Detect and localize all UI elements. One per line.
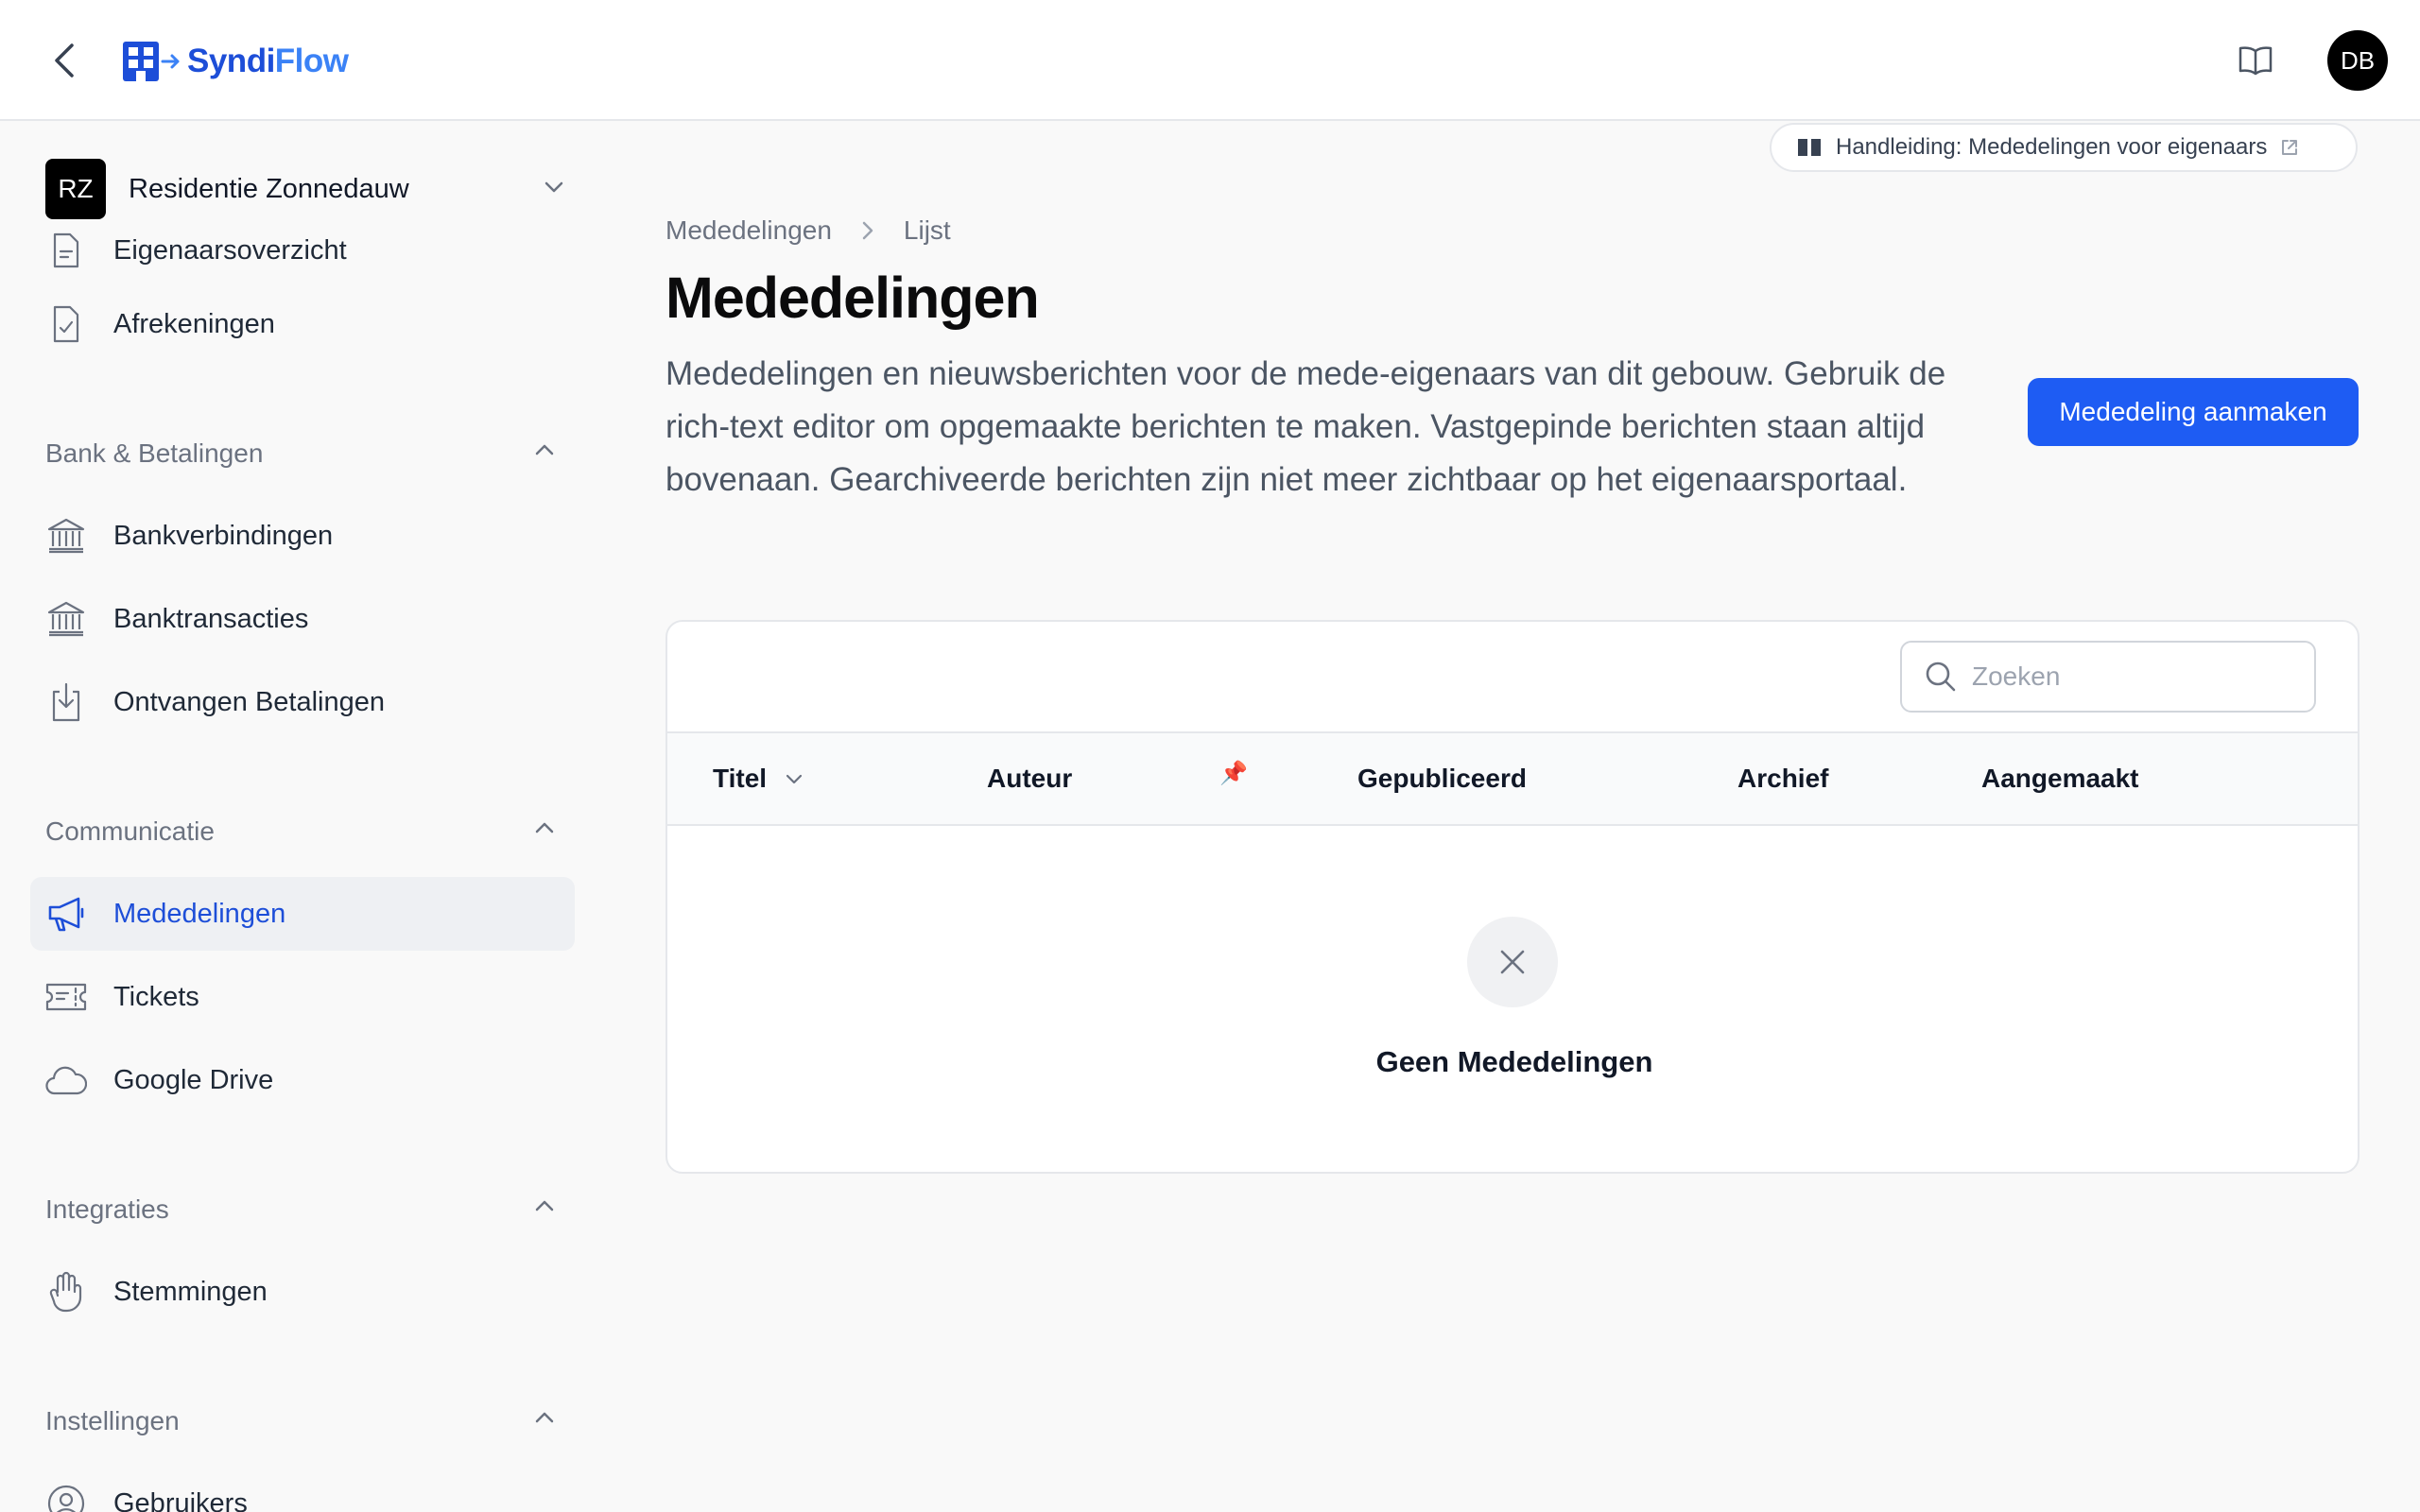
empty-state-icon-wrap (1467, 917, 1558, 1007)
column-pinned[interactable]: 📌 (1219, 760, 1248, 787)
breadcrumb: Mededelingen Lijst (666, 212, 951, 249)
sidebar-item-label: Gebruikers (113, 1487, 248, 1512)
column-aangemaakt[interactable]: Aangemaakt (1981, 764, 2139, 794)
page-title: Mededelingen (666, 266, 1040, 330)
chevron-up-icon (535, 444, 554, 455)
column-label: Auteur (987, 764, 1073, 793)
chevron-up-icon (535, 1412, 554, 1423)
group-communicatie[interactable]: Communicatie (45, 813, 556, 850)
column-label: Aangemaakt (1981, 764, 2139, 793)
sidebar-item-banktransacties[interactable]: Banktransacties (30, 582, 575, 656)
column-titel[interactable]: Titel (713, 764, 804, 794)
sidebar-item-ontvangen-betalingen[interactable]: Ontvangen Betalingen (30, 665, 575, 739)
search-icon (1926, 662, 1956, 692)
search-field[interactable] (1900, 641, 2316, 713)
sidebar-item-label: Afrekeningen (113, 308, 275, 339)
group-label: Integraties (45, 1194, 169, 1224)
guide-link[interactable]: Handleiding: Mededelingen voor eigenaars (1770, 123, 2358, 172)
sidebar-item-label: Bankverbindingen (113, 520, 334, 551)
back-button[interactable] (45, 38, 83, 83)
close-icon (1500, 950, 1525, 974)
document-check-icon (45, 305, 87, 343)
sidebar-item-label: Mededelingen (113, 898, 286, 929)
sidebar-item-mededelingen[interactable]: Mededelingen (30, 877, 575, 951)
search-input[interactable] (1972, 662, 2293, 692)
user-circle-icon (45, 1484, 87, 1512)
tenant-switcher[interactable]: RZ Residentie Zonnedauw (45, 159, 565, 219)
breadcrumb-parent[interactable]: Mededelingen (666, 215, 832, 246)
sidebar-item-eigenaarsoverzicht[interactable]: Eigenaarsoverzicht (30, 214, 575, 287)
sidebar-item-stemmingen[interactable]: Stemmingen (30, 1255, 575, 1329)
column-auteur[interactable]: Auteur (987, 764, 1072, 794)
group-label: Communicatie (45, 816, 215, 846)
cloud-icon (45, 1065, 87, 1095)
tenant-badge: RZ (45, 159, 106, 219)
chevron-right-icon (860, 219, 875, 242)
bank-icon (45, 518, 87, 554)
download-document-icon (45, 682, 87, 722)
guide-link-label: Handleiding: Mededelingen voor eigenaars (1836, 134, 2268, 160)
sidebar: Eigenaarsoverzicht RZ Residentie Zonneda… (0, 123, 605, 1512)
hand-icon (45, 1271, 87, 1313)
sidebar-item-google-drive[interactable]: Google Drive (30, 1043, 575, 1117)
group-label: Bank & Betalingen (45, 438, 264, 468)
sidebar-item-label: Stemmingen (113, 1276, 268, 1307)
column-label: Archief (1737, 764, 1829, 793)
group-integraties[interactable]: Integraties (45, 1191, 556, 1228)
documentation-button[interactable] (2237, 42, 2274, 79)
megaphone-icon (45, 896, 87, 932)
bank-icon (45, 601, 87, 637)
page-description: Mededelingen en nieuwsberichten voor de … (666, 355, 1946, 498)
chevron-up-icon (535, 1200, 554, 1211)
open-book-icon (2238, 46, 2273, 76)
sidebar-item-label: Google Drive (113, 1064, 274, 1095)
sidebar-item-gebruikers[interactable]: Gebruikers (30, 1467, 575, 1512)
ticket-icon (45, 983, 87, 1011)
chevron-down-icon (786, 774, 803, 784)
pushpin-icon: 📌 (1219, 761, 1248, 786)
sidebar-item-label: Banktransacties (113, 603, 309, 634)
announcements-table: Titel Auteur 📌 Gepubliceerd Archief Aang… (666, 620, 2360, 1174)
user-avatar[interactable]: DB (2327, 30, 2388, 91)
tenant-name: Residentie Zonnedauw (129, 173, 409, 204)
sidebar-item-label: Tickets (113, 981, 199, 1012)
column-label: Gepubliceerd (1357, 764, 1527, 793)
book-icon (1798, 139, 1821, 156)
building-logo-icon (123, 42, 180, 81)
external-link-icon (2282, 140, 2298, 155)
chevron-up-icon (535, 822, 554, 833)
sidebar-item-tickets[interactable]: Tickets (30, 960, 575, 1034)
column-archief[interactable]: Archief (1737, 764, 1828, 794)
column-label: Titel (713, 764, 768, 793)
sidebar-item-label: Eigenaarsoverzicht (113, 234, 347, 266)
chevron-down-icon (544, 181, 563, 193)
empty-state-text: Geen Mededelingen (1375, 1045, 1653, 1078)
document-list-icon (45, 232, 87, 268)
brand-name: SyndiFlow (187, 43, 349, 79)
top-bar: SyndiFlow DB (0, 0, 2420, 121)
sidebar-item-afrekeningen[interactable]: Afrekeningen (30, 287, 575, 361)
sidebar-item-bankverbindingen[interactable]: Bankverbindingen (30, 499, 575, 573)
chevron-left-icon (55, 43, 74, 77)
column-gepubliceerd[interactable]: Gepubliceerd (1357, 764, 1527, 794)
group-instellingen[interactable]: Instellingen (45, 1402, 556, 1440)
create-announcement-button[interactable]: Mededeling aanmaken (2028, 378, 2359, 446)
breadcrumb-current: Lijst (903, 215, 951, 245)
group-label: Instellingen (45, 1406, 180, 1435)
table-header: Titel Auteur 📌 Gepubliceerd Archief Aang… (667, 731, 2358, 826)
sidebar-item-label: Ontvangen Betalingen (113, 686, 385, 717)
group-bank-betalingen[interactable]: Bank & Betalingen (45, 435, 556, 472)
app-logo[interactable]: SyndiFlow (121, 40, 349, 83)
